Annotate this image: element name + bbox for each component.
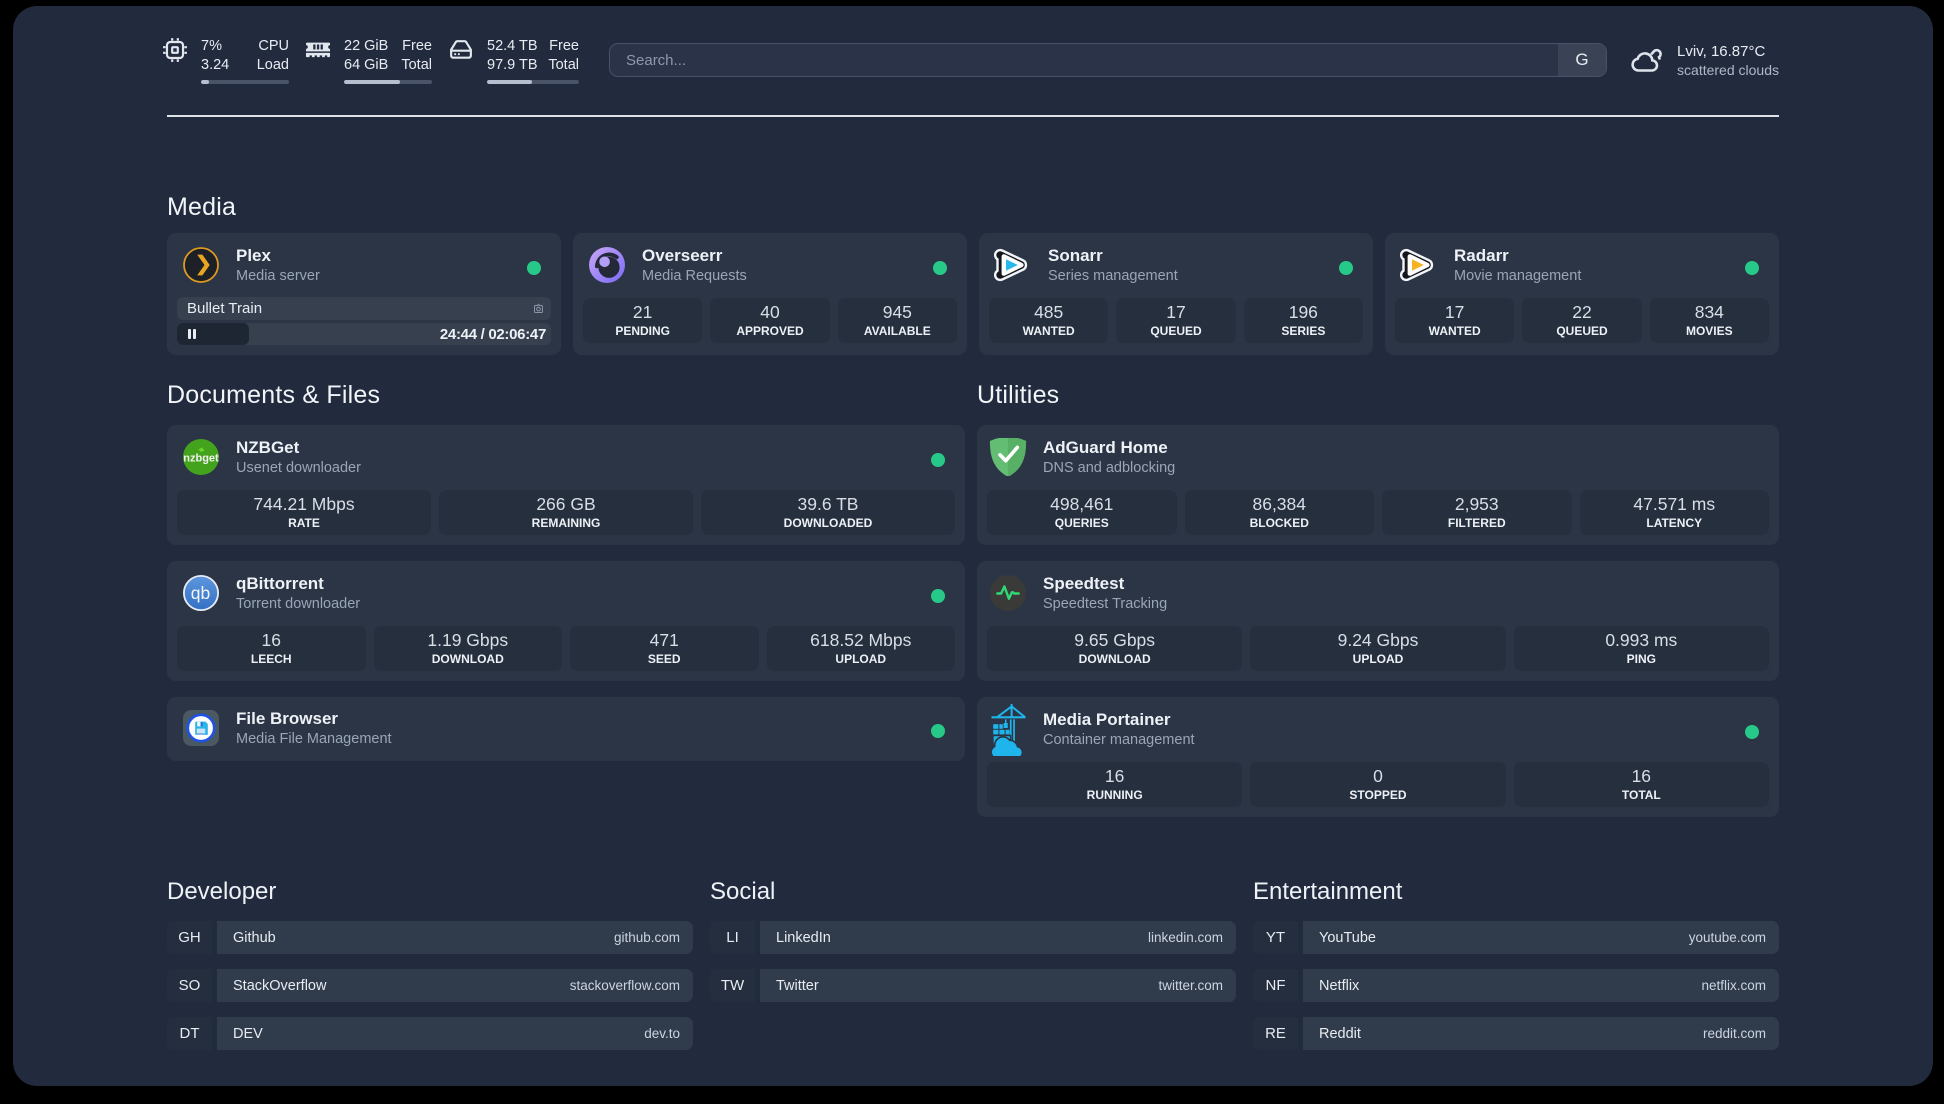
svg-text:nzbget: nzbget [183, 453, 219, 465]
svg-text:qb: qb [191, 583, 210, 603]
